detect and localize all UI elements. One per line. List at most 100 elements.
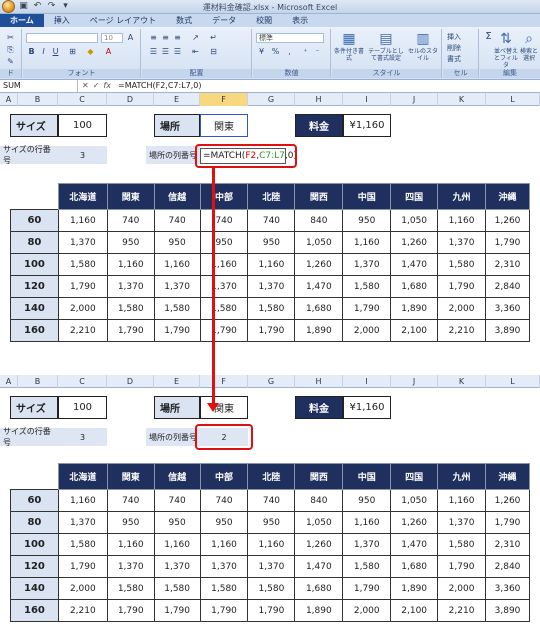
tab-insert[interactable]: 挿入 [44,14,80,27]
table-cell[interactable]: 1,370 [342,253,392,276]
table-cell[interactable]: 1,580 [153,577,201,600]
column-header[interactable]: A [0,93,18,106]
region-header[interactable]: 沖縄 [485,183,530,210]
table-cell[interactable]: 2,000 [57,577,108,600]
column-header[interactable]: E [154,93,200,106]
table-cell[interactable]: 1,160 [247,533,296,556]
column-header[interactable]: D [107,93,154,106]
table-cell[interactable]: 1,160 [247,253,296,276]
region-header[interactable]: 北海道 [57,183,108,210]
region-header[interactable]: 中国 [342,183,392,210]
table-cell[interactable]: 2,210 [57,599,108,622]
table-cell[interactable]: 1,370 [437,231,487,254]
size-row-header[interactable]: 120 [10,555,59,578]
table-cell[interactable]: 1,260 [390,511,439,534]
table-cell[interactable]: 1,470 [390,533,439,556]
currency-icon[interactable]: ¥ [256,47,267,57]
table-cell[interactable]: 1,050 [390,209,439,232]
table-cell[interactable]: 2,000 [437,297,487,320]
table-cell[interactable]: 2,000 [57,297,108,320]
table-cell[interactable]: 1,160 [153,253,201,276]
orientation-icon[interactable]: ↗ [190,33,201,43]
table-cell[interactable]: 2,000 [342,599,392,622]
merge-icon[interactable]: ⊟ [208,47,219,57]
table-cell[interactable]: 1,790 [247,319,296,342]
table-cell[interactable]: 1,790 [57,275,108,298]
table-cell[interactable]: 1,580 [247,577,296,600]
table-cell[interactable]: 2,310 [485,533,530,556]
place-value[interactable]: 関東 [200,114,248,137]
table-cell[interactable]: 1,160 [106,253,155,276]
find-select-button[interactable]: ⌕ 検索と選択 [518,30,540,66]
column-header[interactable]: F [200,375,248,388]
column-header[interactable]: H [295,375,343,388]
table-cell[interactable]: 740 [106,209,155,232]
fx-icon[interactable]: fx [103,80,111,92]
region-header[interactable]: 関東 [106,183,155,210]
table-cell[interactable]: 1,160 [199,253,249,276]
font-name-box[interactable] [26,33,98,43]
table-cell[interactable]: 840 [294,209,344,232]
tab-formulas[interactable]: 数式 [166,14,202,27]
table-cell[interactable]: 1,160 [437,489,487,512]
table-cell[interactable]: 1,370 [106,275,155,298]
bold-icon[interactable]: B [26,47,37,57]
decrease-decimal-icon[interactable]: ⁻ [312,47,323,57]
table-cell[interactable]: 950 [342,489,392,512]
copy-icon[interactable]: ⎘ [5,45,16,55]
table-cell[interactable]: 2,310 [485,253,530,276]
table-cell[interactable]: 740 [106,489,155,512]
format-cells-button[interactable]: 書式 [445,55,477,65]
table-cell[interactable]: 1,160 [106,533,155,556]
table-cell[interactable]: 1,790 [342,577,392,600]
conditional-format-button[interactable]: ▦ 条件付き書式 [334,30,364,66]
align-center-icon[interactable]: ☰ [160,47,171,57]
region-header[interactable]: 信越 [153,463,201,490]
column-header[interactable]: L [486,93,540,106]
table-cell[interactable]: 1,160 [437,209,487,232]
table-cell[interactable]: 1,790 [247,599,296,622]
table-cell[interactable]: 950 [153,511,201,534]
table-cell[interactable]: 1,160 [199,533,249,556]
table-cell[interactable]: 1,790 [57,555,108,578]
table-cell[interactable]: 1,050 [294,231,344,254]
table-cell[interactable]: 740 [153,489,201,512]
table-cell[interactable]: 1,050 [294,511,344,534]
table-cell[interactable]: 950 [106,511,155,534]
column-header[interactable]: C [58,375,107,388]
region-header[interactable]: 九州 [437,183,487,210]
table-cell[interactable]: 1,370 [199,555,249,578]
table-cell[interactable]: 1,260 [485,489,530,512]
region-header[interactable]: 北陸 [247,183,296,210]
table-cell[interactable]: 1,370 [247,275,296,298]
tab-home[interactable]: ホーム [0,14,44,27]
table-cell[interactable]: 1,790 [437,555,487,578]
column-header[interactable]: L [486,375,540,388]
table-cell[interactable]: 3,890 [485,319,530,342]
table-cell[interactable]: 1,580 [437,253,487,276]
size-row-header[interactable]: 100 [10,533,59,556]
table-cell[interactable]: 1,160 [57,489,108,512]
column-header[interactable]: B [18,375,58,388]
size-row-value[interactable]: 3 [58,428,107,446]
table-cell[interactable]: 1,580 [437,533,487,556]
align-middle-icon[interactable]: ≡ [160,33,171,43]
table-cell[interactable]: 1,580 [153,297,201,320]
column-header[interactable]: B [18,93,58,106]
cancel-icon[interactable]: ✕ [82,80,89,92]
autosum-icon[interactable]: Σ [483,32,494,42]
table-cell[interactable]: 1,160 [342,511,392,534]
table-cell[interactable]: 1,160 [57,209,108,232]
table-cell[interactable]: 1,370 [57,511,108,534]
border-icon[interactable]: ⊞ [67,47,78,57]
table-cell[interactable]: 1,790 [437,275,487,298]
region-header[interactable]: 四国 [390,183,439,210]
table-cell[interactable]: 1,370 [57,231,108,254]
table-cell[interactable]: 1,580 [342,555,392,578]
cut-icon[interactable]: ✂ [5,33,16,43]
table-cell[interactable]: 1,790 [485,231,530,254]
format-painter-icon[interactable]: ✎ [5,57,16,67]
table-cell[interactable]: 1,890 [294,319,344,342]
table-cell[interactable]: 950 [153,231,201,254]
column-header[interactable]: K [438,375,486,388]
